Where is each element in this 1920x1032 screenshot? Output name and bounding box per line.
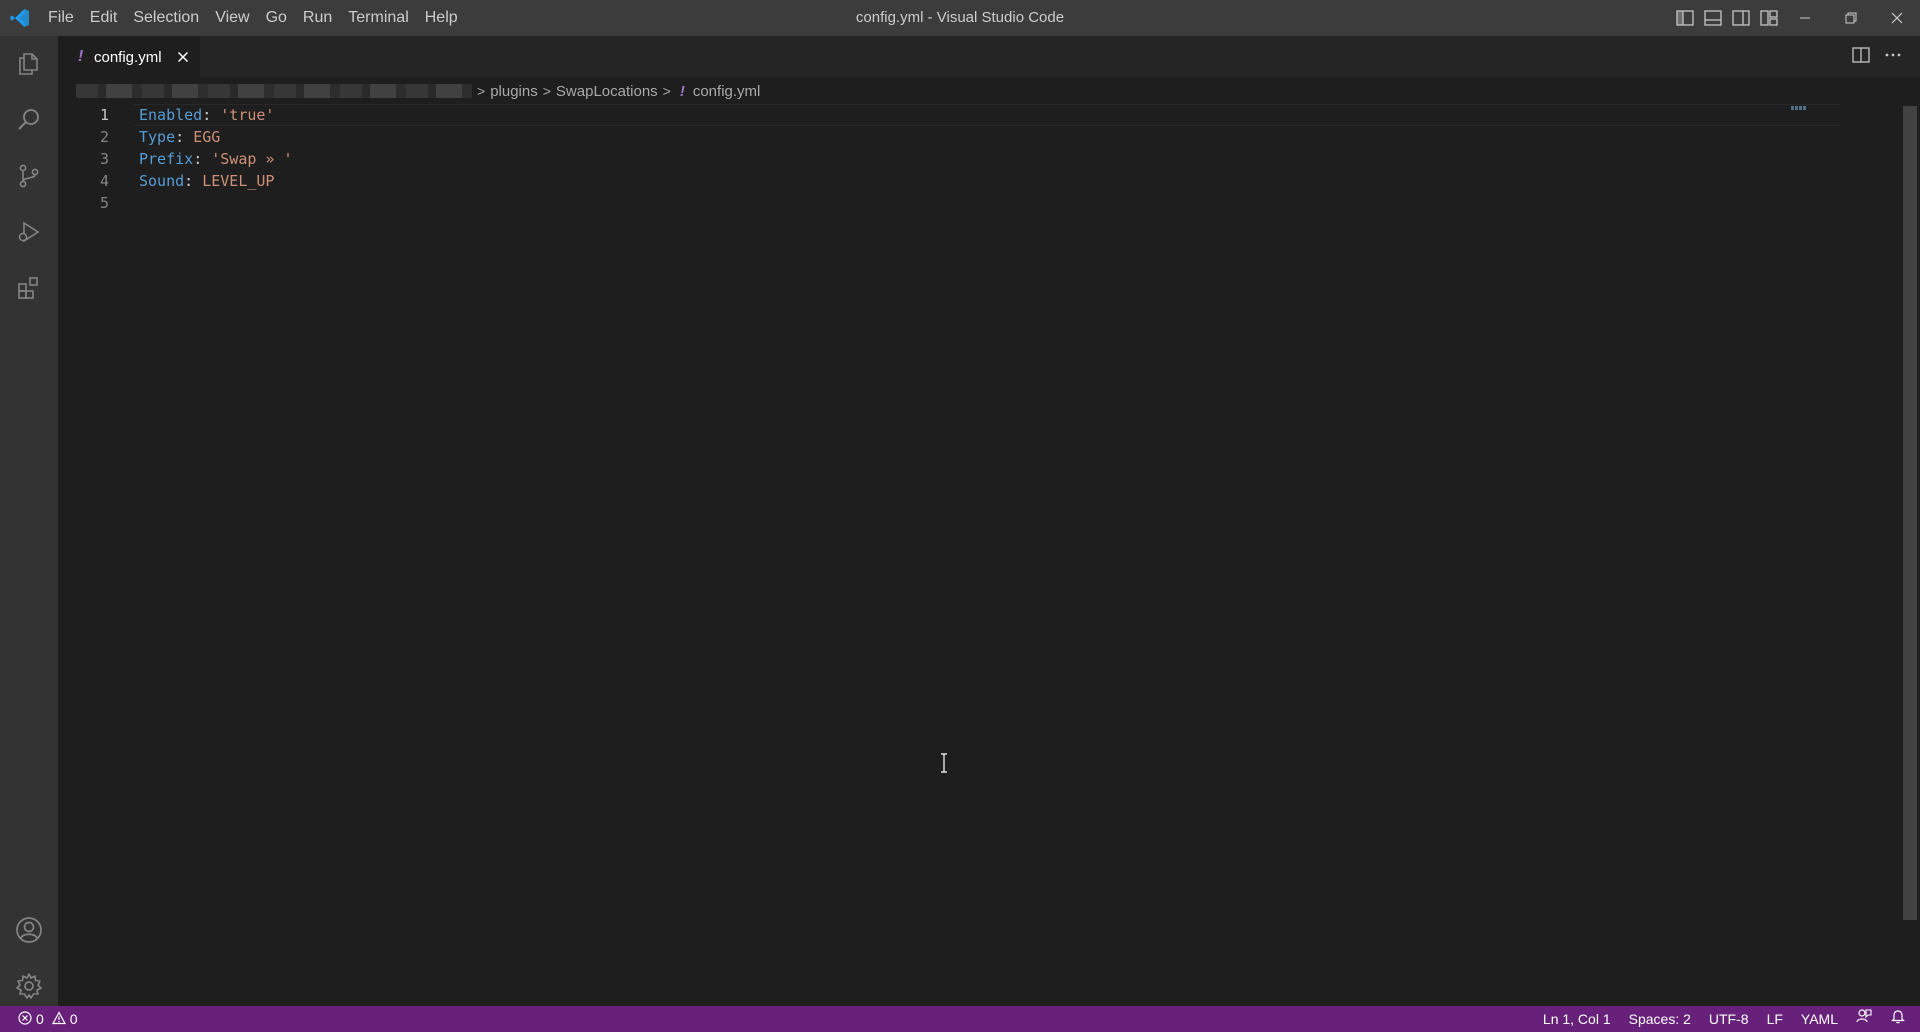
- extensions-icon[interactable]: [0, 260, 58, 316]
- menu-run[interactable]: Run: [295, 0, 340, 36]
- yaml-colon: :: [202, 106, 221, 124]
- breadcrumb: > plugins > SwapLocations > ! config.yml: [58, 78, 1920, 104]
- line-number: 3: [99, 150, 109, 168]
- cursor-position[interactable]: Ln 1, Col 1: [1534, 1006, 1620, 1032]
- code-line: 4 Sound: LEVEL_UP: [58, 170, 1848, 192]
- search-icon[interactable]: [0, 92, 58, 148]
- activity-bar: [0, 36, 58, 1006]
- more-actions-icon[interactable]: [1884, 47, 1902, 68]
- menu-selection[interactable]: Selection: [125, 0, 207, 36]
- code-line: 2 Type: EGG: [58, 126, 1848, 148]
- minimize-icon[interactable]: [1782, 0, 1828, 36]
- encoding[interactable]: UTF-8: [1700, 1006, 1758, 1032]
- breadcrumb-separator: >: [542, 83, 551, 99]
- end-of-line[interactable]: LF: [1758, 1006, 1792, 1032]
- warning-icon: [51, 1010, 66, 1028]
- line-number: 4: [99, 172, 109, 190]
- yaml-file-icon: !: [78, 48, 84, 65]
- toggle-primary-sidebar-icon[interactable]: [1674, 7, 1696, 29]
- status-bar: 0 0 Ln 1, Col 1 Spaces: 2 UTF-8 LF YAML: [0, 1006, 1920, 1032]
- yaml-key: Type: [139, 128, 176, 146]
- feedback-icon[interactable]: [1847, 1006, 1881, 1032]
- yaml-value: 'Swap » ': [211, 150, 293, 168]
- menu-terminal[interactable]: Terminal: [340, 0, 416, 36]
- status-right: Ln 1, Col 1 Spaces: 2 UTF-8 LF YAML: [1534, 1006, 1920, 1032]
- split-editor-icon[interactable]: [1852, 46, 1870, 68]
- customize-layout-icon[interactable]: [1758, 7, 1780, 29]
- editor-actions: [1852, 36, 1920, 78]
- menu-help[interactable]: Help: [417, 0, 466, 36]
- yaml-file-icon: !: [679, 82, 685, 100]
- yaml-value: 'true': [220, 106, 275, 124]
- language-mode[interactable]: YAML: [1792, 1006, 1847, 1032]
- line-number: 1: [99, 106, 109, 124]
- yaml-key: Prefix: [139, 150, 194, 168]
- yaml-colon: :: [184, 172, 203, 190]
- notifications-bell-icon[interactable]: [1881, 1006, 1920, 1032]
- title-bar: File Edit Selection View Go Run Terminal…: [0, 0, 1920, 36]
- close-window-icon[interactable]: [1874, 0, 1920, 36]
- layout-controls: [1674, 0, 1780, 36]
- toggle-secondary-sidebar-icon[interactable]: [1730, 7, 1752, 29]
- toggle-panel-icon[interactable]: [1702, 7, 1724, 29]
- menu-bar: File Edit Selection View Go Run Terminal…: [40, 0, 466, 36]
- breadcrumb-item-swaplocations[interactable]: SwapLocations: [556, 83, 658, 100]
- error-icon: [18, 1010, 32, 1028]
- code-line: 5: [58, 192, 1848, 214]
- yaml-key: Enabled: [139, 106, 203, 124]
- yaml-value: EGG: [193, 128, 221, 146]
- menu-view[interactable]: View: [207, 0, 257, 36]
- editor-tabs: ! config.yml: [58, 36, 1920, 78]
- menu-go[interactable]: Go: [258, 0, 295, 36]
- tab-label: config.yml: [94, 48, 162, 66]
- window-controls: [1782, 0, 1920, 36]
- restore-icon[interactable]: [1828, 0, 1874, 36]
- indentation[interactable]: Spaces: 2: [1620, 1006, 1700, 1032]
- menu-edit[interactable]: Edit: [82, 0, 126, 36]
- code-line: 3 Prefix: 'Swap » ': [58, 148, 1848, 170]
- breadcrumb-separator: >: [662, 83, 671, 99]
- run-debug-icon[interactable]: [0, 204, 58, 260]
- warning-count: 0: [69, 1011, 78, 1027]
- yaml-key: Sound: [139, 172, 185, 190]
- tab-config-yml[interactable]: ! config.yml: [58, 36, 200, 78]
- menu-file[interactable]: File: [40, 0, 82, 36]
- close-tab-icon[interactable]: [174, 48, 192, 66]
- line-number: 5: [99, 194, 109, 212]
- yaml-colon: :: [175, 128, 194, 146]
- source-control-icon[interactable]: [0, 148, 58, 204]
- error-count: 0: [36, 1011, 44, 1027]
- breadcrumb-item-plugins[interactable]: plugins: [490, 83, 538, 100]
- line-number: 2: [99, 128, 109, 146]
- problems-indicator[interactable]: 0 0: [18, 1010, 78, 1028]
- text-cursor-icon: [939, 753, 949, 773]
- code-editor[interactable]: 1 Enabled: 'true' 2 Type: EGG 3 Prefix: …: [58, 104, 1904, 1006]
- yaml-colon: :: [193, 150, 212, 168]
- breadcrumb-redacted-path: [76, 84, 472, 98]
- explorer-icon[interactable]: [0, 36, 58, 92]
- yaml-value: LEVEL_UP: [202, 172, 275, 190]
- vscode-logo-icon: [0, 0, 40, 36]
- vertical-scrollbar[interactable]: [1903, 106, 1917, 920]
- breadcrumb-item-file[interactable]: config.yml: [693, 83, 761, 100]
- breadcrumb-separator: >: [477, 83, 486, 99]
- account-icon[interactable]: [0, 902, 58, 958]
- code-line: 1 Enabled: 'true': [58, 104, 1848, 126]
